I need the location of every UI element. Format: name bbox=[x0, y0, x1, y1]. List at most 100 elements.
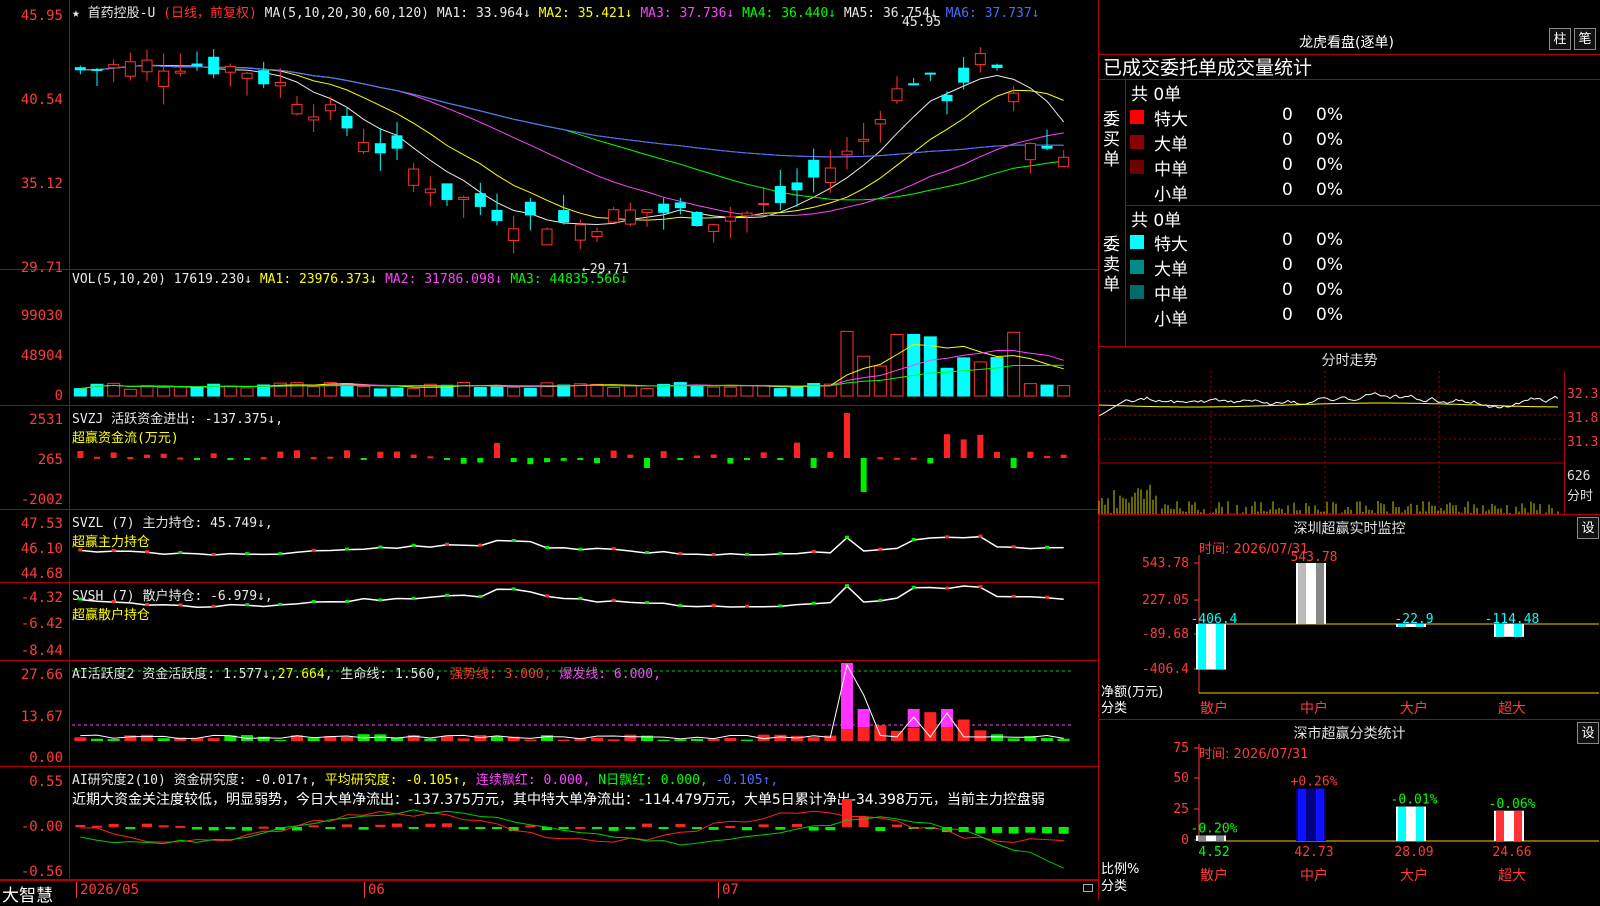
sell-row-s[interactable]: 小单 0 0% bbox=[1130, 305, 1600, 330]
research-bar bbox=[75, 824, 86, 827]
volume-bar bbox=[540, 382, 554, 397]
ai-research-panel[interactable]: 0.55 -0.00 -0.56 AI研究度2(10) 资金研究度: -0.01… bbox=[0, 767, 1098, 880]
tick-mark bbox=[711, 603, 716, 607]
tick-mark bbox=[245, 552, 249, 556]
research-bar bbox=[658, 827, 669, 829]
candle-body bbox=[1008, 92, 1020, 103]
sz-monitor-panel[interactable]: 深圳超赢实时监控 设 时间: 2026/07/31 543.78 227.05 -8… bbox=[1098, 514, 1600, 719]
order-stats-tab[interactable]: 已成交委托单成交量统计 bbox=[1099, 54, 1600, 80]
ratio-change-label: -0.01% bbox=[1391, 793, 1438, 808]
svzl-axis: 47.53 46.10 44.68 bbox=[0, 510, 70, 582]
ratio-bar-stripe bbox=[1316, 788, 1324, 841]
flow-bar bbox=[110, 452, 117, 458]
candle-body bbox=[424, 188, 436, 194]
flow-bar bbox=[594, 458, 600, 464]
ratio-bar-stripe bbox=[1514, 810, 1522, 841]
candle-body bbox=[541, 228, 553, 246]
research-bar bbox=[842, 799, 852, 827]
flow-bar bbox=[810, 458, 817, 468]
research-bar bbox=[392, 823, 402, 827]
volume-panel[interactable]: 99030 48904 0 VOL(5,10,20) 17619.230↓ MA… bbox=[0, 270, 1098, 406]
row-value: 0 bbox=[1282, 180, 1293, 200]
buy-row-xl[interactable]: 特大 0 0% bbox=[1130, 105, 1600, 130]
volume-chart[interactable] bbox=[72, 270, 1098, 406]
buy-row-m[interactable]: 中单 0 0% bbox=[1130, 155, 1600, 180]
candle-body bbox=[641, 209, 653, 214]
candle-body bbox=[374, 143, 386, 154]
row-value: 0 bbox=[1282, 130, 1293, 150]
tick-mark bbox=[78, 548, 83, 552]
volume-bar bbox=[123, 388, 137, 397]
flow-bar bbox=[227, 458, 234, 460]
candle-body bbox=[808, 159, 820, 178]
candle-body bbox=[874, 118, 886, 125]
svsh-chart[interactable] bbox=[72, 583, 1098, 661]
active-bar bbox=[91, 738, 103, 741]
category-ratio-bar-chart[interactable]: 75 50 25 0-0.20% 4.52 散户 +0.26% 42.73 中户 -0.01% 28… bbox=[1099, 720, 1600, 901]
row-pct: 0% bbox=[1316, 130, 1343, 150]
ai-active-chart[interactable] bbox=[72, 661, 1098, 767]
ratio-bar-stripe bbox=[1298, 788, 1306, 841]
candle-body bbox=[274, 81, 286, 87]
intraday-chart[interactable] bbox=[1098, 371, 1564, 515]
sell-row-xl[interactable]: 特大 0 0% bbox=[1130, 230, 1600, 255]
main-hold-line bbox=[80, 535, 1064, 556]
svzl-panel[interactable]: 47.53 46.10 44.68 SVZL (7) 主力持仓: 45.749↓… bbox=[0, 510, 1098, 583]
sz-category-panel[interactable]: 深市超赢分类统计 设 时间: 2026/07/31 75 50 25 0 -0.20% 4… bbox=[1098, 719, 1600, 900]
svzl-chart[interactable] bbox=[72, 510, 1098, 583]
svzj-chart[interactable] bbox=[72, 406, 1098, 510]
date-axis: 大智慧 2026/05 06 07 bbox=[0, 880, 1098, 906]
net-bar-stripe bbox=[1198, 624, 1206, 670]
candlestick-chart[interactable] bbox=[72, 0, 1098, 270]
tick-mark bbox=[745, 552, 749, 556]
sell-row-m[interactable]: 中单 0 0% bbox=[1130, 280, 1600, 305]
tick-mark bbox=[111, 600, 116, 604]
volume-bar bbox=[640, 388, 654, 397]
category-label-2: 分类 bbox=[1101, 879, 1128, 894]
research-bar bbox=[258, 826, 269, 829]
research-bar bbox=[1025, 827, 1036, 833]
volume-bar bbox=[607, 387, 621, 397]
tick-mark bbox=[411, 596, 416, 600]
color-swatch bbox=[1130, 160, 1144, 174]
buy-row-s[interactable]: 小单 0 0% bbox=[1130, 180, 1600, 205]
svzj-panel[interactable]: 2531 265 -2002 SVZJ 活跃资金进出: -137.375↓, 超赢… bbox=[0, 406, 1098, 510]
net-flow-bar-chart[interactable]: 543.78227.05-89.68-406.4-406.4散户543.78中户… bbox=[1099, 515, 1600, 720]
flow-bar bbox=[1027, 451, 1034, 458]
volume-bar bbox=[407, 388, 421, 397]
research-bar bbox=[1008, 827, 1019, 834]
svsh-panel[interactable]: -4.32 -6.42 -8.44 SVSH (7) 散户持仓: -6.979↓… bbox=[0, 583, 1098, 661]
sell-row-l[interactable]: 大单 0 0% bbox=[1130, 255, 1600, 280]
research-bar bbox=[625, 827, 636, 829]
app-logo: 大智慧 bbox=[2, 886, 53, 906]
row-value: 0 bbox=[1282, 230, 1293, 250]
intraday-tick: 31.3 bbox=[1567, 435, 1599, 450]
volume-bar bbox=[357, 386, 371, 397]
candle-body bbox=[591, 231, 603, 238]
svzl-tick: 47.53 bbox=[20, 516, 63, 532]
tick-mark bbox=[311, 599, 316, 603]
active-bar bbox=[1041, 738, 1053, 741]
research-bar bbox=[608, 827, 619, 831]
intraday-panel[interactable]: 分时走势 32.3 31.8 31.3 626 分时 bbox=[1098, 346, 1600, 515]
research-bar bbox=[575, 826, 586, 829]
active-bar bbox=[991, 734, 1003, 741]
candle-body bbox=[958, 67, 970, 83]
research-bar bbox=[242, 827, 252, 831]
price-panel[interactable]: 45.95 40.54 35.12 29.71 ★ 首药控股-U (日线，前复权… bbox=[0, 0, 1098, 277]
column-mode-button[interactable]: 柱 bbox=[1549, 28, 1571, 50]
candle-body bbox=[308, 116, 320, 121]
monitor-tick: 227.05 bbox=[1142, 593, 1189, 608]
tick-mark bbox=[978, 585, 983, 589]
intraday-vol-tick: 626 bbox=[1567, 469, 1591, 484]
ai-active-panel[interactable]: 27.66 13.67 0.00 AI活跃度2 资金活跃度: 1.577↓,27… bbox=[0, 661, 1098, 767]
candle-body bbox=[391, 135, 403, 149]
lock-icon[interactable] bbox=[1083, 884, 1093, 892]
research-bar bbox=[892, 824, 902, 827]
volume-bar bbox=[473, 387, 487, 397]
buy-row-l[interactable]: 大单 0 0% bbox=[1130, 130, 1600, 155]
tick-mode-button[interactable]: 笔 bbox=[1574, 28, 1596, 50]
ai-research-chart[interactable] bbox=[72, 767, 1098, 880]
date-label: 07 bbox=[718, 882, 739, 898]
tick-mark bbox=[945, 535, 949, 539]
